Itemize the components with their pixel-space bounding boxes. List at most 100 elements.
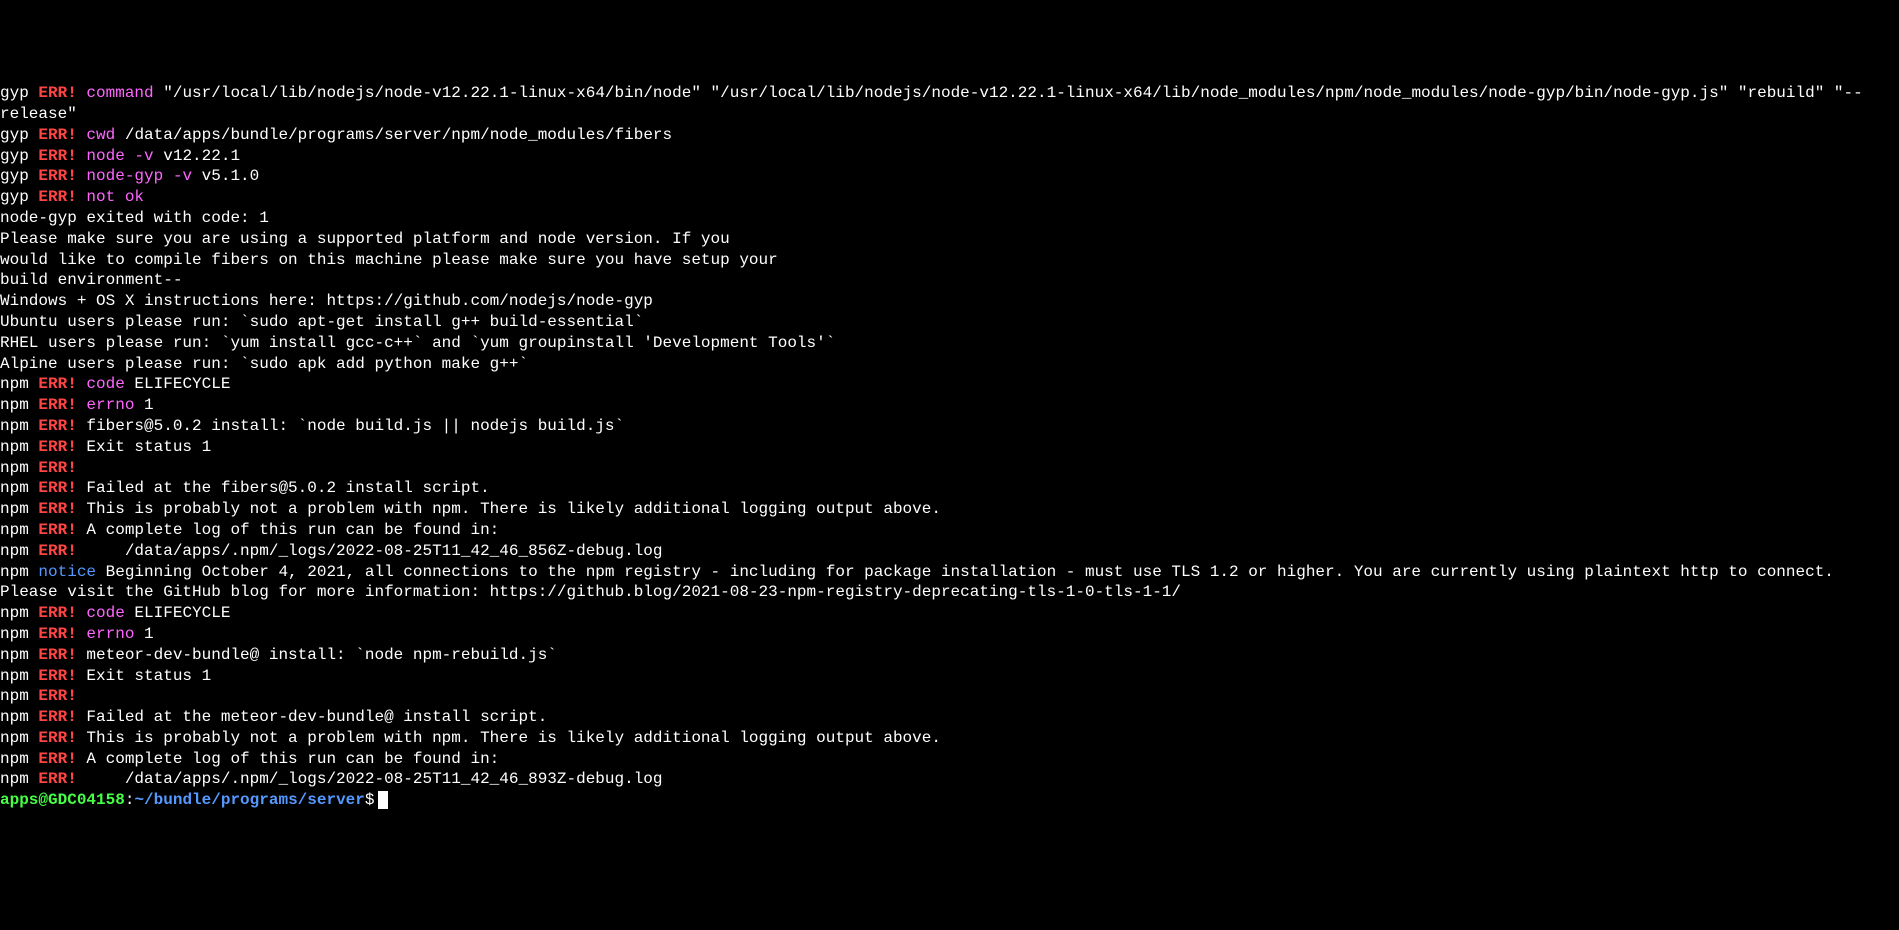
- terminal-line: RHEL users please run: `yum install gcc-…: [0, 333, 1899, 354]
- terminal-segment: npm: [0, 667, 38, 685]
- terminal-line: npm ERR! errno 1: [0, 624, 1899, 645]
- terminal-segment: Exit status 1: [77, 667, 211, 685]
- terminal-segment: gyp: [0, 84, 38, 102]
- terminal-segment: ERR!: [38, 604, 76, 622]
- terminal-segment: meteor-dev-bundle@ install: `node npm-re…: [77, 646, 557, 664]
- terminal-segment: A complete log of this run can be found …: [77, 750, 499, 768]
- terminal-line: gyp ERR! node-gyp -v v5.1.0: [0, 166, 1899, 187]
- terminal-segment: This is probably not a problem with npm.…: [77, 729, 941, 747]
- terminal-segment: [77, 396, 87, 414]
- terminal-segment: Ubuntu users please run: `sudo apt-get i…: [0, 313, 643, 331]
- terminal-segment: ERR!: [38, 667, 76, 685]
- terminal-segment: errno: [86, 625, 134, 643]
- terminal-segment: npm: [0, 459, 38, 477]
- terminal-segment: /data/apps/bundle/programs/server/npm/no…: [115, 126, 672, 144]
- terminal-segment: code: [86, 604, 124, 622]
- prompt-symbol: $: [365, 791, 375, 809]
- terminal-line: npm notice Beginning October 4, 2021, al…: [0, 562, 1899, 604]
- terminal-segment: npm: [0, 479, 38, 497]
- terminal-segment: ERR!: [38, 188, 76, 206]
- prompt-separator: :: [125, 791, 135, 809]
- terminal-segment: command: [86, 84, 153, 102]
- terminal-line: npm ERR! Failed at the fibers@5.0.2 inst…: [0, 478, 1899, 499]
- terminal-segment: [77, 84, 87, 102]
- terminal-segment: npm: [0, 396, 38, 414]
- terminal-segment: gyp: [0, 167, 38, 185]
- terminal-segment: npm: [0, 438, 38, 456]
- terminal-segment: Please make sure you are using a support…: [0, 230, 730, 248]
- terminal-segment: RHEL users please run: `yum install gcc-…: [0, 334, 835, 352]
- terminal-line: gyp ERR! node -v v12.22.1: [0, 146, 1899, 167]
- terminal-segment: "/usr/local/lib/nodejs/node-v12.22.1-lin…: [0, 84, 1863, 123]
- terminal-segment: npm: [0, 770, 38, 788]
- terminal-segment: ERR!: [38, 770, 76, 788]
- terminal-segment: node -v: [86, 147, 153, 165]
- terminal-segment: [77, 188, 87, 206]
- terminal-line: npm ERR!: [0, 458, 1899, 479]
- terminal-segment: ERR!: [38, 167, 76, 185]
- terminal-line: npm ERR! Exit status 1: [0, 437, 1899, 458]
- terminal-segment: ERR!: [38, 479, 76, 497]
- terminal-segment: /data/apps/.npm/_logs/2022-08-25T11_42_4…: [77, 770, 663, 788]
- terminal-segment: ELIFECYCLE: [125, 604, 231, 622]
- terminal-segment: would like to compile fibers on this mac…: [0, 251, 778, 269]
- terminal-line: npm ERR! Failed at the meteor-dev-bundle…: [0, 707, 1899, 728]
- terminal-segment: npm: [0, 542, 38, 560]
- terminal-segment: ERR!: [38, 147, 76, 165]
- terminal-line: Windows + OS X instructions here: https:…: [0, 291, 1899, 312]
- terminal-line: build environment--: [0, 270, 1899, 291]
- terminal-segment: npm: [0, 417, 38, 435]
- terminal-segment: ERR!: [38, 708, 76, 726]
- terminal-segment: Windows + OS X instructions here: https:…: [0, 292, 653, 310]
- terminal-segment: errno: [86, 396, 134, 414]
- terminal-line: node-gyp exited with code: 1: [0, 208, 1899, 229]
- terminal-output[interactable]: gyp ERR! command "/usr/local/lib/nodejs/…: [0, 83, 1899, 811]
- terminal-segment: fibers@5.0.2 install: `node build.js || …: [77, 417, 624, 435]
- terminal-segment: ERR!: [38, 438, 76, 456]
- terminal-line: Ubuntu users please run: `sudo apt-get i…: [0, 312, 1899, 333]
- terminal-segment: npm: [0, 604, 38, 622]
- cursor-icon: [378, 791, 388, 809]
- terminal-segment: gyp: [0, 126, 38, 144]
- terminal-line: npm ERR!: [0, 686, 1899, 707]
- terminal-segment: ERR!: [38, 646, 76, 664]
- terminal-segment: ERR!: [38, 542, 76, 560]
- prompt-user-host: apps@GDC04158: [0, 791, 125, 809]
- terminal-segment: cwd: [86, 126, 115, 144]
- terminal-segment: /data/apps/.npm/_logs/2022-08-25T11_42_4…: [77, 542, 663, 560]
- terminal-segment: ERR!: [38, 84, 76, 102]
- terminal-line: npm ERR! /data/apps/.npm/_logs/2022-08-2…: [0, 541, 1899, 562]
- terminal-segment: Failed at the meteor-dev-bundle@ install…: [77, 708, 547, 726]
- terminal-segment: ERR!: [38, 750, 76, 768]
- terminal-segment: ERR!: [38, 625, 76, 643]
- terminal-line: gyp ERR! not ok: [0, 187, 1899, 208]
- terminal-segment: Exit status 1: [77, 438, 211, 456]
- terminal-segment: ERR!: [38, 729, 76, 747]
- terminal-segment: build environment--: [0, 271, 182, 289]
- terminal-segment: 1: [134, 396, 153, 414]
- terminal-line: gyp ERR! cwd /data/apps/bundle/programs/…: [0, 125, 1899, 146]
- terminal-line: npm ERR! /data/apps/.npm/_logs/2022-08-2…: [0, 769, 1899, 790]
- terminal-segment: npm: [0, 500, 38, 518]
- terminal-segment: ERR!: [38, 459, 76, 477]
- terminal-line: gyp ERR! command "/usr/local/lib/nodejs/…: [0, 83, 1899, 125]
- terminal-segment: Alpine users please run: `sudo apk add p…: [0, 355, 528, 373]
- terminal-segment: npm: [0, 729, 38, 747]
- terminal-segment: node-gyp -v: [86, 167, 192, 185]
- terminal-segment: gyp: [0, 188, 38, 206]
- prompt-line[interactable]: apps@GDC04158:~/bundle/programs/server$: [0, 790, 1899, 811]
- terminal-segment: Failed at the fibers@5.0.2 install scrip…: [77, 479, 490, 497]
- terminal-segment: Beginning October 4, 2021, all connectio…: [0, 563, 1844, 602]
- terminal-segment: npm: [0, 521, 38, 539]
- terminal-segment: npm: [0, 563, 38, 581]
- terminal-line: npm ERR! code ELIFECYCLE: [0, 374, 1899, 395]
- terminal-segment: This is probably not a problem with npm.…: [77, 500, 941, 518]
- terminal-segment: v12.22.1: [154, 147, 240, 165]
- terminal-line: Alpine users please run: `sudo apk add p…: [0, 354, 1899, 375]
- terminal-segment: ERR!: [38, 375, 76, 393]
- terminal-segment: code: [86, 375, 124, 393]
- terminal-segment: [77, 625, 87, 643]
- terminal-line: npm ERR! fibers@5.0.2 install: `node bui…: [0, 416, 1899, 437]
- terminal-line: npm ERR! meteor-dev-bundle@ install: `no…: [0, 645, 1899, 666]
- terminal-line: npm ERR! Exit status 1: [0, 666, 1899, 687]
